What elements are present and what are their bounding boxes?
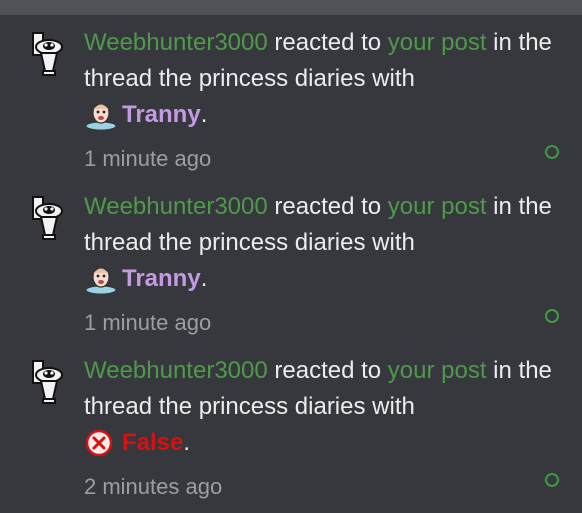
toilet-avatar-icon[interactable]	[32, 359, 64, 407]
alert-action: reacted to	[274, 357, 382, 384]
reaction-punct: .	[200, 265, 208, 292]
alert-text: Weebhunter3000 reacted to your post in t…	[84, 189, 564, 341]
reaction-name: Tranny	[122, 265, 201, 292]
top-bar	[0, 0, 582, 15]
false-x-icon	[85, 429, 113, 457]
post-link[interactable]: your post	[388, 357, 487, 384]
post-link[interactable]: your post	[388, 193, 487, 220]
reaction-punct: .	[200, 101, 208, 128]
user-link[interactable]: Weebhunter3000	[84, 193, 268, 220]
mark-read-toggle[interactable]	[545, 309, 559, 323]
alert-timestamp: 1 minute ago	[84, 146, 212, 171]
alert-timestamp: 1 minute ago	[84, 310, 212, 335]
alert-text: Weebhunter3000 reacted to your post in t…	[84, 25, 564, 177]
user-link[interactable]: Weebhunter3000	[84, 29, 268, 56]
mark-read-toggle[interactable]	[545, 145, 559, 159]
mark-read-toggle[interactable]	[545, 473, 559, 487]
alert-timestamp: 2 minutes ago	[84, 474, 223, 499]
tranny-face-icon	[85, 102, 117, 130]
alert-item[interactable]: Weebhunter3000 reacted to your post in t…	[0, 343, 582, 507]
reaction-name: False	[122, 429, 184, 456]
reaction: False.	[84, 425, 190, 461]
alert-item[interactable]: Weebhunter3000 reacted to your post in t…	[0, 15, 582, 179]
reaction-name: Tranny	[122, 101, 201, 128]
alert-item[interactable]: Weebhunter3000 reacted to your post in t…	[0, 179, 582, 343]
alert-action: reacted to	[274, 29, 382, 56]
reaction: Tranny.	[84, 261, 207, 297]
user-link[interactable]: Weebhunter3000	[84, 357, 268, 384]
reaction: Tranny.	[84, 97, 207, 133]
toilet-avatar-icon[interactable]	[32, 31, 64, 79]
alert-text: Weebhunter3000 reacted to your post in t…	[84, 353, 564, 505]
tranny-face-icon	[85, 266, 117, 294]
post-link[interactable]: your post	[388, 29, 487, 56]
reaction-punct: .	[183, 429, 191, 456]
alert-action: reacted to	[274, 193, 382, 220]
toilet-avatar-icon[interactable]	[32, 195, 64, 243]
